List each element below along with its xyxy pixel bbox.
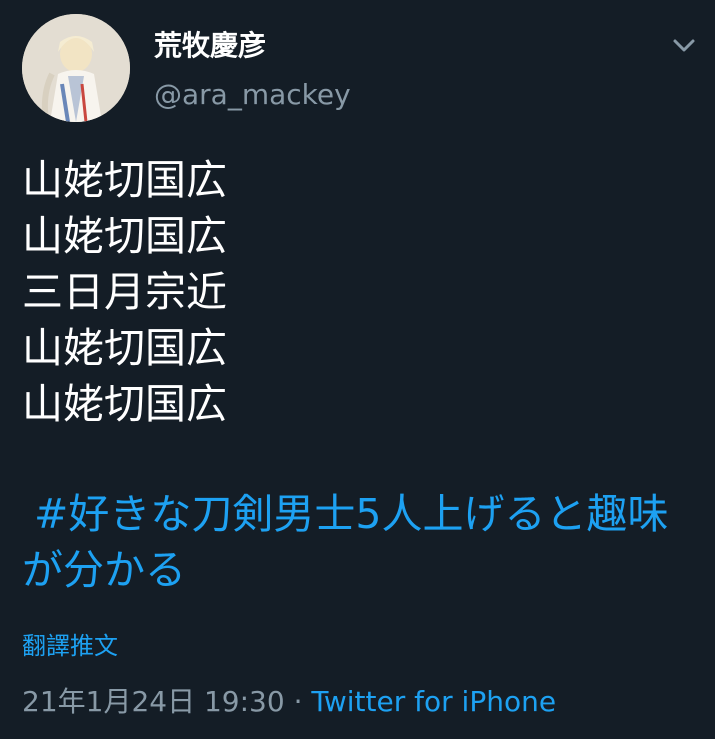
tweet-meta: 21年1月24日 19:30 · Twitter for iPhone <box>22 680 556 720</box>
tweet-line: 山姥切国広 <box>22 380 227 428</box>
tweet-line: 山姥切国広 <box>22 212 227 260</box>
timestamp[interactable]: 21年1月24日 19:30 <box>22 685 285 718</box>
tweet-line: 三日月宗近 <box>22 268 227 316</box>
display-name[interactable]: 荒牧慶彦 <box>154 24 266 64</box>
hashtag-text[interactable]: #好きな刀剣男士5人上げると趣味が分かる <box>22 490 668 594</box>
avatar[interactable] <box>22 14 130 122</box>
tweet-text: 山姥切国広 山姥切国広 三日月宗近 山姥切国広 山姥切国広 <box>22 152 692 432</box>
meta-separator: · <box>293 685 303 718</box>
source-link[interactable]: Twitter for iPhone <box>311 685 556 718</box>
user-handle[interactable]: @ara_mackey <box>154 78 351 111</box>
hashtag-link[interactable]: #好きな刀剣男士5人上げると趣味が分かる <box>22 486 692 598</box>
tweet-line: 山姥切国広 <box>22 156 227 204</box>
tweet-line: 山姥切国広 <box>22 324 227 372</box>
chevron-down-icon <box>673 39 695 52</box>
translate-tweet-link[interactable]: 翻譯推文 <box>22 626 118 661</box>
tweet-menu-button[interactable] <box>664 28 704 64</box>
